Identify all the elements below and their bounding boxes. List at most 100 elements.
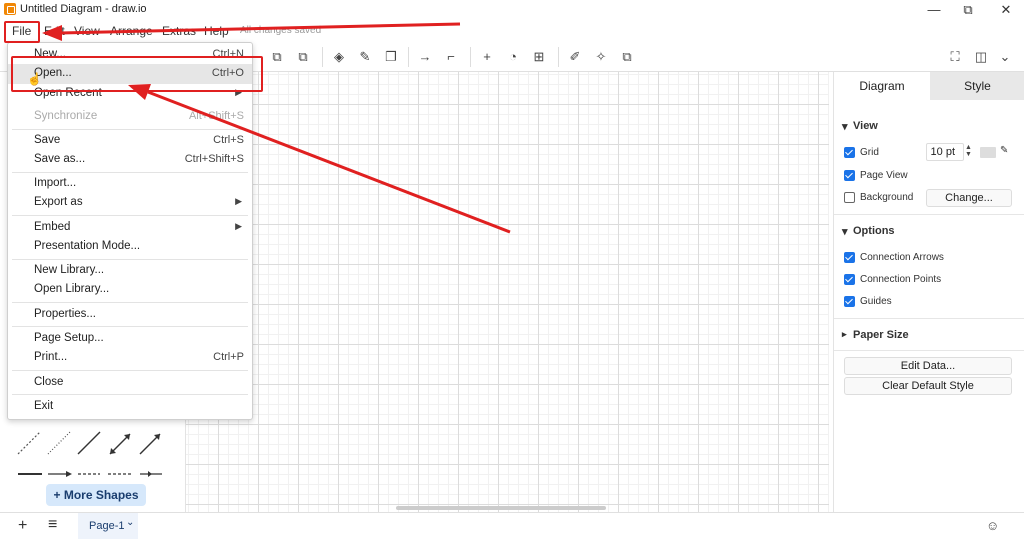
background-checkbox[interactable] [844, 192, 855, 203]
menu-item-open-library[interactable]: Open Library... [8, 280, 252, 300]
grid-size-value: 10 pt [930, 146, 955, 158]
freehand-icon[interactable]: ✐ [566, 48, 584, 66]
page-view-label: Page View [860, 170, 908, 181]
background-label: Background [860, 192, 914, 203]
line-color-icon[interactable]: ✎ [356, 48, 374, 66]
toolbar-divider [408, 47, 409, 67]
diagram-layout-icon[interactable]: ⧉ [618, 48, 636, 66]
status-bar: + ≡ Page-1 ⌄ ☺ [0, 512, 1024, 539]
pencil-icon[interactable]: ✎ [1000, 145, 1008, 156]
more-shapes-button[interactable]: + More Shapes [46, 484, 146, 506]
menu-item-print[interactable]: Print... Ctrl+P [8, 348, 252, 368]
shadow-icon[interactable]: ❐ [382, 48, 400, 66]
save-status: All changes saved [240, 25, 322, 36]
grid-size-input[interactable]: 10 pt [926, 143, 964, 161]
connection-points-checkbox[interactable] [844, 274, 855, 285]
add-page-icon[interactable]: + [18, 517, 27, 535]
menu-separator [12, 259, 248, 260]
submenu-arrow-icon: ▶ [235, 196, 242, 206]
menu-item-synchronize: Synchronize Alt+Shift+S [34, 110, 244, 122]
menu-item-save-as[interactable]: Save as... Ctrl+Shift+S [8, 150, 252, 170]
title-bar: Untitled Diagram - draw.io — ⧉ ✕ [0, 0, 1024, 20]
feedback-icon[interactable]: ☺ [986, 518, 999, 533]
grid-label: Grid [860, 147, 879, 158]
view-section-arrow-icon[interactable]: ▾ [842, 120, 848, 133]
grid-size-stepper-icon[interactable]: ▲ ▼ [965, 144, 972, 158]
minimize-button[interactable]: — [916, 0, 952, 20]
paper-size-section-title: Paper Size [853, 329, 909, 341]
tab-style[interactable]: Style [930, 72, 1024, 100]
diagram-canvas[interactable] [186, 72, 829, 512]
annotation-highlight-file [4, 21, 40, 43]
menu-item-properties[interactable]: Properties... [8, 305, 252, 325]
page-tab-label: Page-1 [89, 520, 125, 532]
page-tab[interactable]: Page-1 ⌄ [78, 513, 138, 539]
menu-extras[interactable]: Extras [162, 24, 196, 38]
table-icon[interactable]: ⊞ [530, 48, 548, 66]
close-window-button[interactable]: ✕ [988, 0, 1024, 20]
window-title: Untitled Diagram - draw.io [20, 3, 147, 15]
connection-icon[interactable]: → [416, 48, 434, 66]
insert-plus-icon[interactable]: + [478, 48, 496, 66]
menu-separator [12, 172, 248, 173]
change-background-button[interactable]: Change... [926, 189, 1012, 207]
toolbar-divider [322, 47, 323, 67]
page-view-checkbox[interactable] [844, 170, 855, 181]
menu-item-page-setup[interactable]: Page Setup... [8, 329, 252, 349]
menu-separator [12, 326, 248, 327]
connection-points-label: Connection Points [860, 274, 942, 285]
drawio-logo-icon [4, 3, 16, 15]
waypoints-icon[interactable]: ⌐ [442, 48, 460, 66]
section-divider [834, 318, 1024, 319]
menu-item-embed[interactable]: Embed ▶ [8, 218, 252, 238]
paper-size-arrow-icon[interactable]: ▸ [842, 329, 847, 340]
menu-view[interactable]: View [74, 24, 100, 38]
chevron-down-icon[interactable]: ⌄ [126, 517, 134, 528]
options-section-arrow-icon[interactable]: ▾ [842, 225, 848, 238]
menu-item-save[interactable]: Save Ctrl+S [8, 131, 252, 151]
fullscreen-icon[interactable]: ⛶ [946, 48, 964, 66]
fill-color-icon[interactable]: ◈ [330, 48, 348, 66]
menu-item-presentation-mode[interactable]: Presentation Mode... [8, 237, 252, 257]
tab-diagram[interactable]: Diagram [834, 72, 930, 100]
edit-data-button[interactable]: Edit Data... [844, 357, 1012, 375]
menu-separator [12, 302, 248, 303]
options-section-title: Options [853, 225, 895, 237]
chevron-down-icon[interactable]: ⌄ [996, 48, 1014, 66]
menu-separator [12, 215, 248, 216]
guides-checkbox[interactable] [844, 296, 855, 307]
menu-item-import[interactable]: Import... [8, 174, 252, 194]
menu-item-exit[interactable]: Exit [8, 397, 252, 417]
maximize-button[interactable]: ⧉ [950, 0, 986, 20]
grid-color-swatch[interactable] [980, 147, 996, 158]
format-panel-icon[interactable]: ◫ [972, 48, 990, 66]
horizontal-scrollbar[interactable] [396, 506, 606, 510]
submenu-arrow-icon: ▶ [235, 221, 242, 231]
menu-edit[interactable]: Edit [44, 24, 65, 38]
pages-menu-icon[interactable]: ≡ [48, 516, 57, 534]
format-panel: Diagram Style ▾ View Grid 10 pt ▲ ▼ ✎ Pag… [833, 72, 1024, 512]
menu-item-close[interactable]: Close [8, 373, 252, 393]
menu-separator [12, 129, 248, 130]
guides-label: Guides [860, 296, 892, 307]
menu-item-new-library[interactable]: New Library... [8, 261, 252, 281]
clear-default-style-button[interactable]: Clear Default Style [844, 377, 1012, 395]
menu-separator [12, 370, 248, 371]
menu-help[interactable]: Help [204, 24, 229, 38]
to-front-icon[interactable]: ⧉ [268, 48, 286, 66]
connection-arrows-label: Connection Arrows [860, 252, 944, 263]
file-menu-dropdown: New... Ctrl+N Open... Ctrl+O Open Recent… [7, 42, 253, 420]
toolbar-divider [470, 47, 471, 67]
menu-arrange[interactable]: Arrange [110, 24, 153, 38]
shapes-icon[interactable]: ◔ [504, 48, 522, 66]
annotation-highlight-open [11, 56, 263, 92]
grid-checkbox[interactable] [844, 147, 855, 158]
connection-arrows-checkbox[interactable] [844, 252, 855, 263]
toolbar-divider [558, 47, 559, 67]
menu-item-export-as[interactable]: Export as ▶ [8, 193, 252, 213]
magic-icon[interactable]: ✧ [592, 48, 610, 66]
view-section-title: View [853, 120, 878, 132]
menu-bar: All changes saved [0, 20, 1024, 42]
menu-separator [12, 394, 248, 395]
to-back-icon[interactable]: ⧉ [294, 48, 312, 66]
